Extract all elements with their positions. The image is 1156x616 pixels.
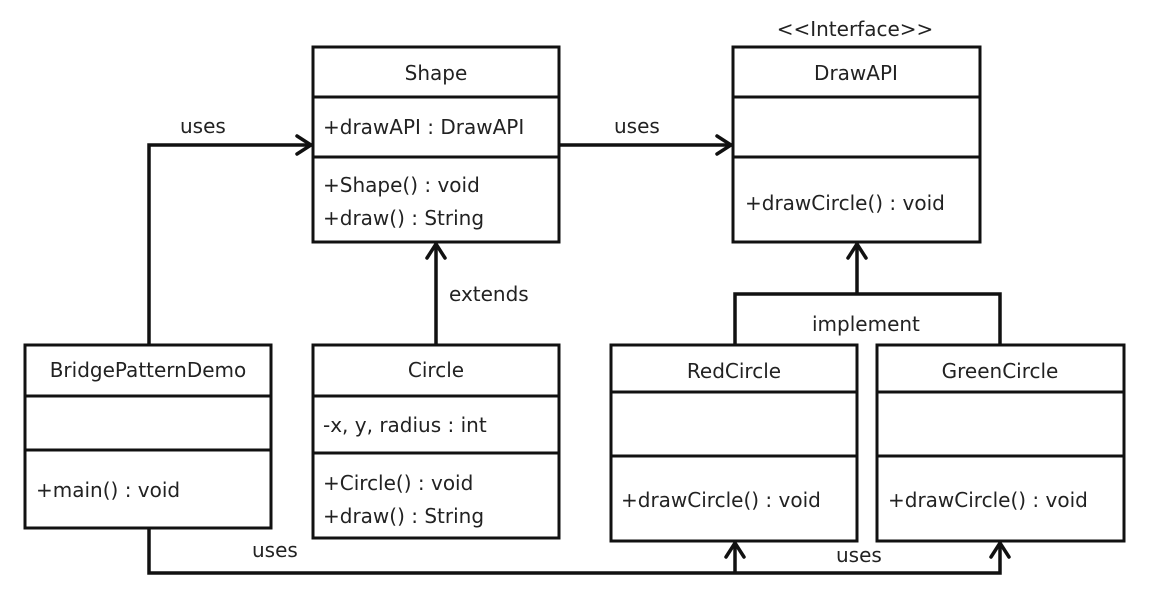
interface-drawapi[interactable]: <<Interface>> DrawAPI +drawCircle() : vo…	[731, 17, 982, 244]
stereotype-label: <<Interface>>	[777, 17, 934, 41]
relation-label: uses	[614, 114, 660, 138]
class-method: +drawCircle() : void	[621, 488, 821, 512]
class-method: +draw() : String	[323, 206, 484, 230]
class-method: +drawCircle() : void	[888, 488, 1088, 512]
class-method: +drawCircle() : void	[745, 191, 945, 215]
class-greencircle[interactable]: GreenCircle +drawCircle() : void	[875, 343, 1126, 543]
relation-label: uses	[836, 543, 882, 567]
class-redcircle[interactable]: RedCircle +drawCircle() : void	[609, 343, 859, 543]
class-name: DrawAPI	[814, 61, 898, 85]
class-shape[interactable]: Shape +drawAPI : DrawAPI +Shape() : void…	[311, 45, 561, 244]
class-method: +main() : void	[36, 478, 180, 502]
class-name: GreenCircle	[942, 359, 1059, 383]
implement-relation: implement	[733, 240, 1002, 345]
class-circle[interactable]: Circle -x, y, radius : int +Circle() : v…	[311, 343, 561, 540]
class-method: +Shape() : void	[323, 173, 480, 197]
uml-class-diagram: uses uses extends implement uses uses Sh…	[23, 17, 1126, 575]
uses-shape-to-drawapi: uses	[559, 114, 735, 156]
class-method: +draw() : String	[323, 504, 484, 528]
uses-bridge-to-shape: uses	[147, 114, 315, 345]
relation-label: extends	[449, 282, 529, 306]
relation-label: implement	[812, 312, 920, 336]
class-name: Circle	[408, 358, 464, 382]
class-attribute: -x, y, radius : int	[323, 413, 487, 437]
class-name: BridgePatternDemo	[50, 358, 247, 382]
class-method: +Circle() : void	[323, 471, 473, 495]
class-name: RedCircle	[687, 359, 781, 383]
extends-circle-to-shape: extends	[425, 240, 529, 345]
class-attribute: +drawAPI : DrawAPI	[323, 115, 524, 139]
relation-label: uses	[252, 538, 298, 562]
class-name: Shape	[405, 61, 468, 85]
class-bridgepatterndemo[interactable]: BridgePatternDemo +main() : void	[23, 343, 273, 530]
relation-label: uses	[180, 114, 226, 138]
